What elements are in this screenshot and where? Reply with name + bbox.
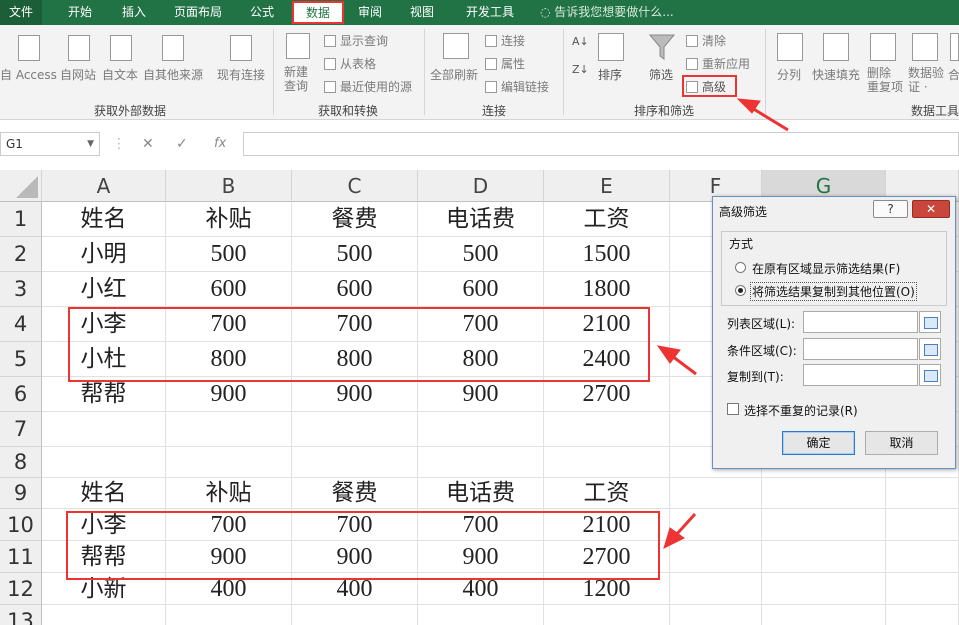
unique-records-checkbox[interactable] xyxy=(727,403,739,415)
advanced-filter-dialog: 高级筛选 ? ✕ 方式 在原有区域显示筛选结果(F) 将筛选结果复制到其他位置(… xyxy=(712,196,956,469)
dialog-title: 高级筛选 xyxy=(719,205,768,219)
ok-button[interactable]: 确定 xyxy=(782,431,855,455)
range-picker-icon[interactable] xyxy=(919,338,941,360)
copy-to-input[interactable] xyxy=(803,364,918,386)
criteria-range-input[interactable] xyxy=(803,338,918,360)
criteria-range-label: 条件区域(C): xyxy=(727,344,797,358)
unique-records-label[interactable]: 选择不重复的记录(R) xyxy=(744,402,858,419)
method-group-label: 方式 xyxy=(727,235,756,252)
arrow-to-source-rows xyxy=(656,345,697,376)
range-picker-icon[interactable] xyxy=(919,364,941,386)
list-range-label: 列表区域(L): xyxy=(727,317,796,331)
help-button[interactable]: ? xyxy=(873,200,908,218)
range-picker-icon[interactable] xyxy=(919,311,941,333)
close-button[interactable]: ✕ xyxy=(912,200,950,218)
list-range-input[interactable] xyxy=(803,311,918,333)
arrow-to-advanced xyxy=(736,98,789,132)
option-copy-to-location-label[interactable]: 将筛选结果复制到其他位置(O) xyxy=(750,282,917,301)
cancel-button[interactable]: 取消 xyxy=(865,431,938,455)
option-filter-in-place-label[interactable]: 在原有区域显示筛选结果(F) xyxy=(752,260,900,277)
copy-to-label: 复制到(T): xyxy=(727,370,784,384)
radio-copy-to-location[interactable] xyxy=(735,285,746,296)
radio-filter-in-place[interactable] xyxy=(735,262,746,273)
arrow-to-result-rows xyxy=(663,512,697,549)
